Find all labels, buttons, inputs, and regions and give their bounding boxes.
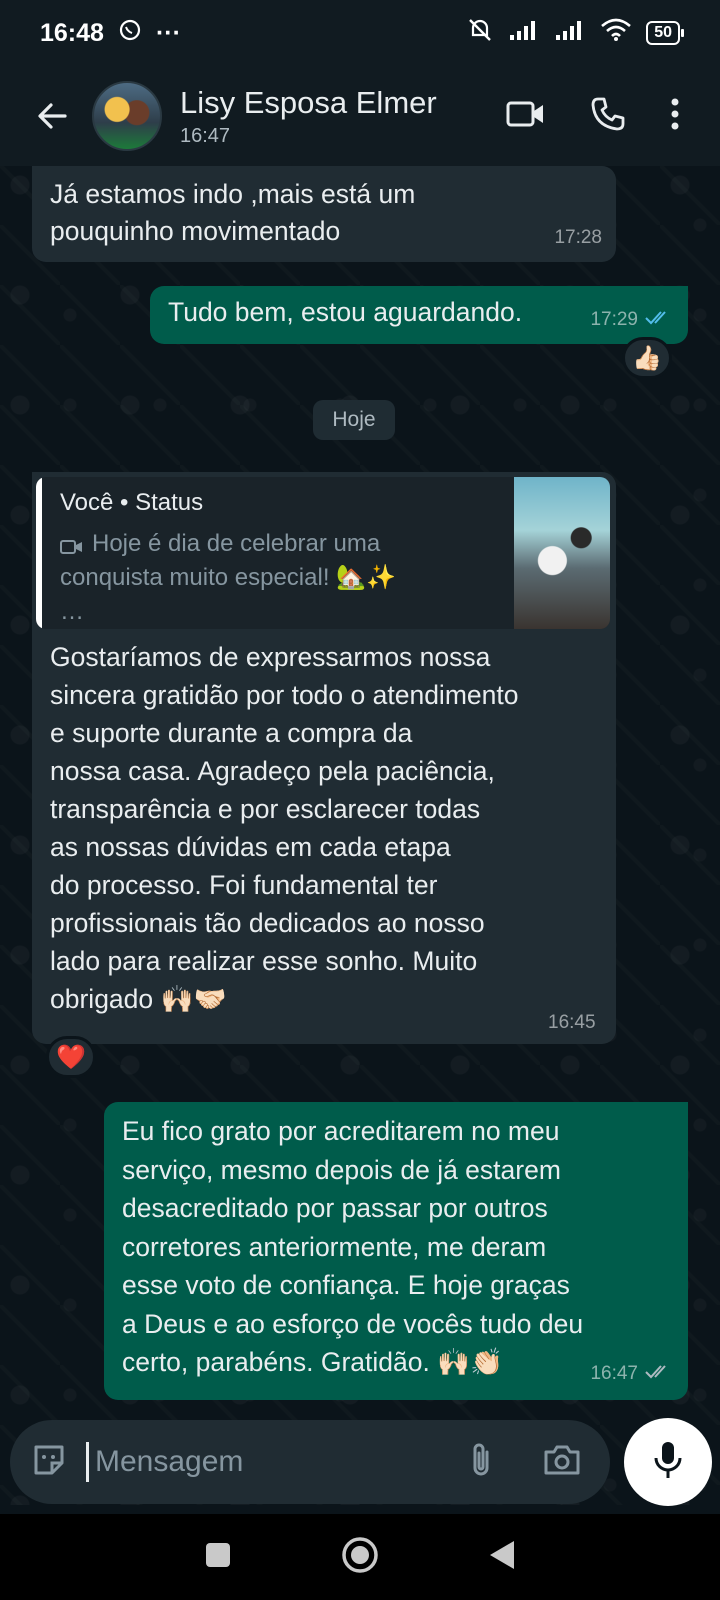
mute-icon: [466, 17, 494, 50]
message-composer: Mensagem: [10, 1420, 610, 1504]
video-status-icon: [60, 533, 84, 567]
status-thumbnail: [514, 477, 610, 629]
attach-icon[interactable]: [468, 1440, 494, 1485]
signal-icon-1: [508, 19, 540, 48]
whatsapp-notification-icon: [118, 18, 142, 49]
recents-icon[interactable]: [204, 1541, 232, 1574]
status-bar: 16:48 ··· 50: [0, 0, 720, 66]
mic-icon: [653, 1440, 683, 1485]
reaction-heart[interactable]: ❤️: [46, 1036, 96, 1078]
quote-title: Você • Status: [60, 489, 204, 516]
wifi-icon: [600, 18, 632, 49]
message-text: Eu fico grato por acreditarem no meu ser…: [122, 1116, 584, 1377]
contact-name: Lisy Esposa Elmer: [180, 84, 437, 120]
status-reply-quote[interactable]: Você • Status Hoje é dia de celebrar uma…: [36, 477, 610, 629]
date-separator: Hoje: [313, 400, 395, 440]
status-more-indicator: ···: [155, 18, 181, 47]
quote-accent-bar: [36, 477, 42, 629]
last-seen: 16:47: [180, 124, 231, 147]
message-text: Já estamos indo ,mais está um pouquinho …: [50, 179, 416, 246]
phone-icon[interactable]: [590, 96, 626, 137]
sticker-icon[interactable]: [30, 1441, 68, 1484]
camera-icon[interactable]: [542, 1443, 582, 1482]
reaction-emoji: 👍🏻: [632, 344, 662, 372]
avatar[interactable]: [92, 81, 162, 151]
message-time: 16:45: [548, 1012, 596, 1033]
message-text: Tudo bem, estou aguardando.: [168, 297, 523, 327]
video-call-icon[interactable]: [506, 99, 546, 134]
back-arrow-icon[interactable]: [22, 99, 82, 133]
delivered-ticks-icon: [644, 1355, 672, 1392]
reaction-thumbs-up[interactable]: 👍🏻: [622, 337, 672, 379]
signal-icon-2: [554, 19, 586, 48]
message-outgoing[interactable]: Tudo bem, estou aguardando. 17:29: [150, 286, 688, 344]
more-vert-icon[interactable]: [670, 97, 680, 136]
home-icon[interactable]: [341, 1536, 379, 1579]
message-time: 16:47: [590, 1363, 638, 1384]
mic-button[interactable]: [624, 1418, 712, 1506]
message-outgoing[interactable]: Eu fico grato por acreditarem no meu ser…: [104, 1102, 688, 1400]
quote-preview: Hoje é dia de celebrar uma conquista mui…: [60, 530, 396, 625]
system-nav-bar: [0, 1514, 720, 1600]
message-text: Gostaríamos de expressarmos nossa sincer…: [50, 642, 519, 1014]
reaction-emoji: ❤️: [56, 1043, 86, 1071]
chat-header: Lisy Esposa Elmer 16:47: [0, 66, 720, 166]
message-time: 17:28: [554, 227, 602, 248]
battery-icon: 50: [646, 21, 684, 45]
contact-info[interactable]: Lisy Esposa Elmer 16:47: [180, 85, 506, 148]
message-incoming[interactable]: Já estamos indo ,mais está um pouquinho …: [32, 166, 616, 262]
read-ticks-icon: [644, 301, 672, 338]
status-time: 16:48: [40, 18, 104, 47]
back-icon[interactable]: [488, 1539, 516, 1576]
message-time: 17:29: [590, 309, 638, 330]
message-input[interactable]: Mensagem: [86, 1442, 468, 1482]
